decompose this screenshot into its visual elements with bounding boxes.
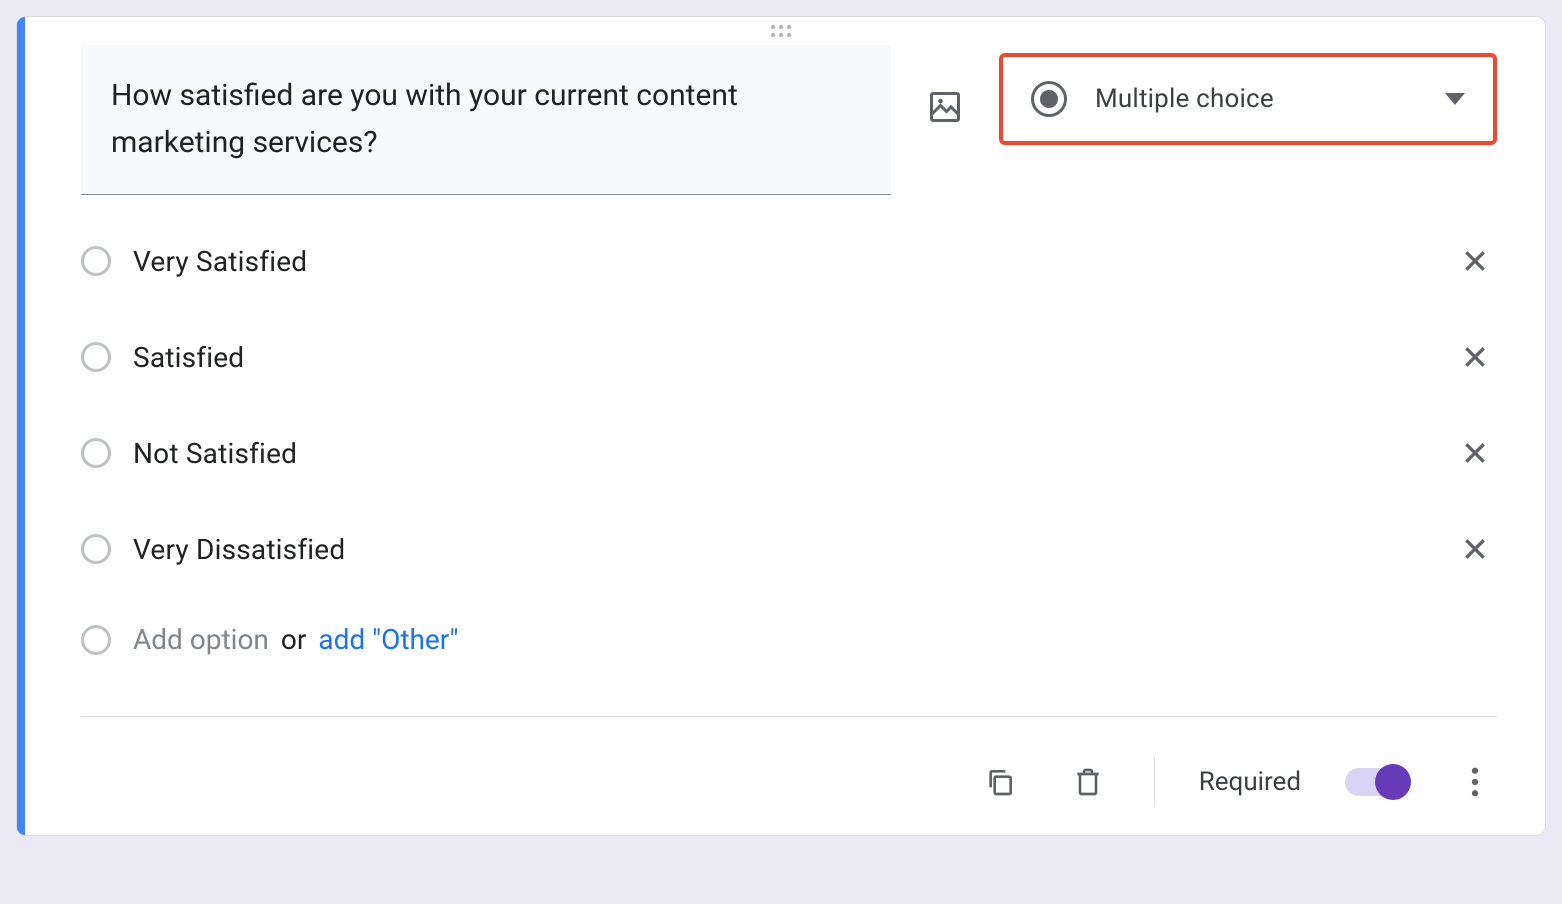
question-type-selector[interactable]: Multiple choice — [999, 53, 1497, 145]
selection-accent-bar — [17, 17, 25, 835]
required-label: Required — [1199, 767, 1301, 797]
add-other-link[interactable]: add "Other" — [318, 623, 458, 656]
question-card: How satisfied are you with your current … — [16, 16, 1546, 836]
toggle-knob — [1375, 764, 1411, 800]
remove-option-button[interactable] — [1453, 431, 1497, 475]
remove-option-button[interactable] — [1453, 239, 1497, 283]
option-label-input[interactable]: Satisfied — [133, 341, 1453, 374]
option-row: Satisfied — [81, 335, 1497, 379]
add-option-row: Add option or add "Other" — [81, 623, 1497, 656]
add-image-button[interactable] — [919, 81, 971, 133]
duplicate-button[interactable] — [978, 760, 1022, 804]
drag-handle[interactable] — [17, 17, 1545, 45]
close-icon — [1462, 440, 1488, 466]
card-footer: Required — [81, 733, 1497, 835]
option-row: Very Satisfied — [81, 239, 1497, 283]
delete-button[interactable] — [1066, 760, 1110, 804]
question-header-row: How satisfied are you with your current … — [81, 45, 1497, 195]
radio-unchecked-icon — [81, 342, 111, 372]
radio-unchecked-icon — [81, 625, 111, 655]
option-label-input[interactable]: Very Satisfied — [133, 245, 1453, 278]
more-vertical-icon — [1471, 767, 1479, 797]
close-icon — [1462, 536, 1488, 562]
trash-icon — [1072, 765, 1104, 799]
radio-unchecked-icon — [81, 534, 111, 564]
drag-handle-icon — [769, 24, 793, 38]
copy-icon — [984, 766, 1016, 798]
or-text: or — [281, 623, 306, 656]
radio-checked-icon — [1031, 81, 1067, 117]
vertical-separator — [1154, 757, 1155, 807]
option-label-input[interactable]: Very Dissatisfied — [133, 533, 1453, 566]
option-label-input[interactable]: Not Satisfied — [133, 437, 1453, 470]
options-list: Very Satisfied Satisfied Not Satisfied — [81, 239, 1497, 571]
chevron-down-icon — [1445, 90, 1465, 109]
close-icon — [1462, 248, 1488, 274]
option-row: Very Dissatisfied — [81, 527, 1497, 571]
footer-divider — [81, 716, 1497, 717]
card-content: How satisfied are you with your current … — [17, 45, 1545, 835]
question-type-label: Multiple choice — [1095, 84, 1274, 114]
option-row: Not Satisfied — [81, 431, 1497, 475]
radio-unchecked-icon — [81, 438, 111, 468]
add-option-input[interactable]: Add option — [133, 623, 269, 656]
radio-unchecked-icon — [81, 246, 111, 276]
more-options-button[interactable] — [1453, 760, 1497, 804]
remove-option-button[interactable] — [1453, 527, 1497, 571]
close-icon — [1462, 344, 1488, 370]
question-text-input[interactable]: How satisfied are you with your current … — [81, 45, 891, 195]
required-toggle[interactable] — [1345, 768, 1409, 796]
image-icon — [927, 89, 963, 125]
remove-option-button[interactable] — [1453, 335, 1497, 379]
